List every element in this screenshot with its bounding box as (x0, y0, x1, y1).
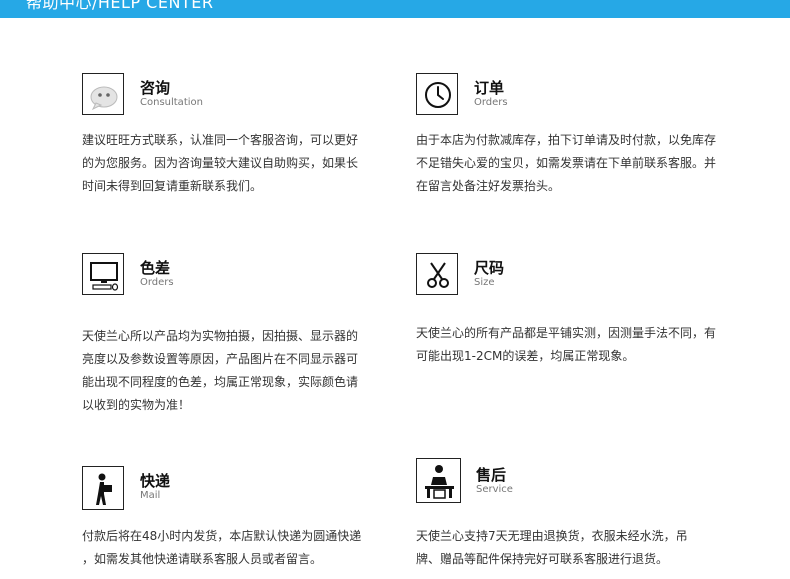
section-title: 色差 (140, 259, 171, 277)
text-line: 的为您服务。因为咨询量较大建议自助购买，如果长 (82, 156, 359, 170)
section-description: 天使兰心所以产品均为实物拍摄，因拍摄、显示器的 亮度以及参数设置等原因，产品图片… (82, 325, 372, 417)
clock-icon (416, 73, 458, 115)
section-description: 天使兰心支持7天无理由退换货，衣服未经水洗，吊 牌、赠品等配件保持完好可联系客服… (416, 525, 706, 571)
section-subtitle: Orders (140, 277, 174, 288)
section-subtitle: Orders (474, 97, 508, 108)
header-bar: 帮助中心/HELP CENTER (0, 0, 790, 18)
text-line: 天使兰心的所有产品都是平铺实测，因测量手法不同，有 (416, 326, 717, 340)
section-title: 尺码 (474, 259, 505, 277)
chat-bubble-icon (82, 73, 124, 115)
section-title: 订单 (474, 79, 505, 97)
text-line: 由于本店为付款减库存，拍下订单请及时付款，以免库存 (416, 133, 717, 147)
computer-monitor-icon (82, 253, 124, 295)
text-line: 不足错失心爱的宝贝，如需发票请在下单前联系客服。并 (416, 156, 717, 170)
text-line: 天使兰心支持7天无理由退换货，衣服未经水洗，吊 (416, 529, 688, 543)
text-line: 亮度以及参数设置等原因，产品图片在不同显示器可 (82, 352, 359, 366)
courier-icon (82, 466, 124, 510)
section-description: 付款后将在48小时内发货，本店默认快递为圆通快递 ，如需发其他快递请联系客服人员… (82, 525, 372, 571)
text-line: 时间未得到回复请重新联系我们。 (82, 179, 263, 193)
section-description: 建议旺旺方式联系，认准同一个客服咨询，可以更好 的为您服务。因为咨询量较大建议自… (82, 129, 372, 198)
text-line: 可能出现1-2CM的误差，均属正常现象。 (416, 349, 635, 363)
text-line: 天使兰心所以产品均为实物拍摄，因拍摄、显示器的 (82, 329, 359, 343)
text-line: 以收到的实物为准！ (82, 398, 191, 412)
text-line: 能出现不同程度的色差，均属正常现象，实际颜色请 (82, 375, 359, 389)
section-subtitle: Consultation (140, 97, 203, 108)
text-line: 付款后将在48小时内发货，本店默认快递为圆通快递 (82, 529, 362, 543)
text-line: 在留言处备注好发票抬头。 (416, 179, 561, 193)
text-line: 牌、赠品等配件保持完好可联系客服进行退货。 (416, 552, 669, 566)
section-description: 天使兰心的所有产品都是平铺实测，因测量手法不同，有 可能出现1-2CM的误差，均… (416, 322, 717, 368)
text-line: ，如需发其他快递请联系客服人员或者留言。 (82, 552, 323, 566)
scissors-icon (416, 253, 458, 295)
text-line: 建议旺旺方式联系，认准同一个客服咨询，可以更好 (82, 133, 359, 147)
section-subtitle: Mail (140, 490, 161, 501)
service-desk-icon (416, 458, 461, 503)
section-title: 咨询 (140, 79, 171, 97)
page-title: 帮助中心/HELP CENTER (26, 0, 214, 12)
section-title: 快递 (140, 472, 171, 490)
section-title: 售后 (476, 466, 507, 484)
section-subtitle: Size (474, 277, 495, 288)
section-subtitle: Service (476, 484, 513, 495)
section-description: 由于本店为付款减库存，拍下订单请及时付款，以免库存 不足错失心爱的宝贝，如需发票… (416, 129, 717, 198)
